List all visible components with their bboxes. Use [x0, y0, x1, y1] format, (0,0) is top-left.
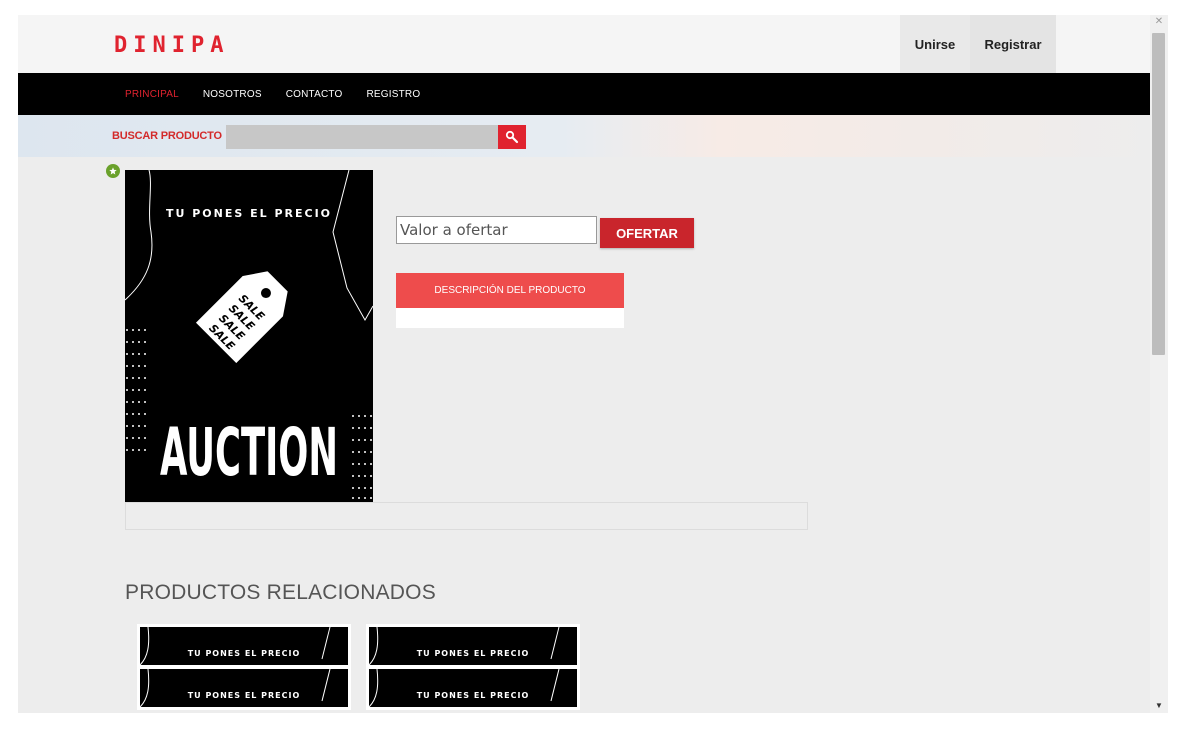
search-icon: [505, 130, 519, 144]
nav-menu: PRINCIPAL NOSOTROS CONTACTO REGISTRO: [125, 73, 444, 115]
product-image[interactable]: TU PONES EL PRECIO SALE SALE SALE SALE A…: [125, 170, 373, 502]
related-product-card[interactable]: TU PONES EL PRECIO: [137, 666, 351, 710]
related-product-caption: TU PONES EL PRECIO: [416, 649, 530, 658]
thumb-lines: [140, 627, 331, 665]
scrollbar-thumb[interactable]: [1152, 33, 1165, 355]
logo[interactable]: DINIPA: [114, 33, 229, 58]
join-button[interactable]: Unirse: [900, 15, 970, 73]
favorite-badge[interactable]: [106, 164, 120, 178]
related-product-caption: TU PONES EL PRECIO: [416, 691, 530, 700]
header: DINIPA Unirse Registrar: [18, 15, 1150, 73]
page: DINIPA Unirse Registrar PRINCIPAL NOSOTR…: [18, 15, 1150, 713]
nav-item-contacto[interactable]: CONTACTO: [286, 89, 343, 100]
offer-button[interactable]: OFERTAR: [600, 218, 694, 248]
thumb-lines: [369, 669, 560, 707]
scroll-up-arrow-icon[interactable]: ✕: [1154, 15, 1164, 29]
search-bar: BUSCAR PRODUCTO: [18, 115, 1150, 157]
related-product-card[interactable]: TU PONES EL PRECIO: [137, 624, 351, 668]
nav-item-registro[interactable]: REGISTRO: [366, 89, 420, 100]
vertical-scrollbar[interactable]: ✕ ▼: [1150, 15, 1168, 713]
poster-headline: AUCTION: [160, 414, 338, 491]
description-panel: [396, 308, 624, 328]
auth-links: Unirse Registrar: [900, 15, 1056, 73]
related-product-image: TU PONES EL PRECIO: [369, 669, 577, 707]
browser-viewport: DINIPA Unirse Registrar PRINCIPAL NOSOTR…: [0, 0, 1182, 731]
search-label: BUSCAR PRODUCTO: [112, 130, 222, 142]
related-product-card[interactable]: TU PONES EL PRECIO: [366, 666, 580, 710]
offer-input[interactable]: [396, 216, 597, 244]
related-product-caption: TU PONES EL PRECIO: [187, 691, 301, 700]
related-product-image: TU PONES EL PRECIO: [140, 669, 348, 707]
poster-tagline: TU PONES EL PRECIO: [166, 207, 332, 220]
related-product-image: TU PONES EL PRECIO: [369, 627, 577, 665]
product-caption-box: [125, 502, 808, 530]
scroll-down-arrow-icon[interactable]: ▼: [1154, 701, 1164, 711]
auction-poster: TU PONES EL PRECIO SALE SALE SALE SALE A…: [125, 170, 373, 502]
description-tab[interactable]: DESCRIPCIÓN DEL PRODUCTO: [396, 273, 624, 308]
search-button[interactable]: [498, 125, 526, 149]
nav-item-principal[interactable]: PRINCIPAL: [125, 89, 179, 100]
related-product-card[interactable]: TU PONES EL PRECIO: [366, 624, 580, 668]
thumb-lines: [369, 627, 560, 665]
related-product-caption: TU PONES EL PRECIO: [187, 649, 301, 658]
related-products-title: PRODUCTOS RELACIONADOS: [125, 581, 436, 604]
nav-item-nosotros[interactable]: NOSOTROS: [203, 89, 262, 100]
related-product-image: TU PONES EL PRECIO: [140, 627, 348, 665]
register-button[interactable]: Registrar: [970, 15, 1056, 73]
thumb-lines: [140, 669, 331, 707]
star-icon: [109, 167, 117, 175]
main-nav: PRINCIPAL NOSOTROS CONTACTO REGISTRO: [18, 73, 1150, 115]
search-input[interactable]: [226, 125, 498, 149]
